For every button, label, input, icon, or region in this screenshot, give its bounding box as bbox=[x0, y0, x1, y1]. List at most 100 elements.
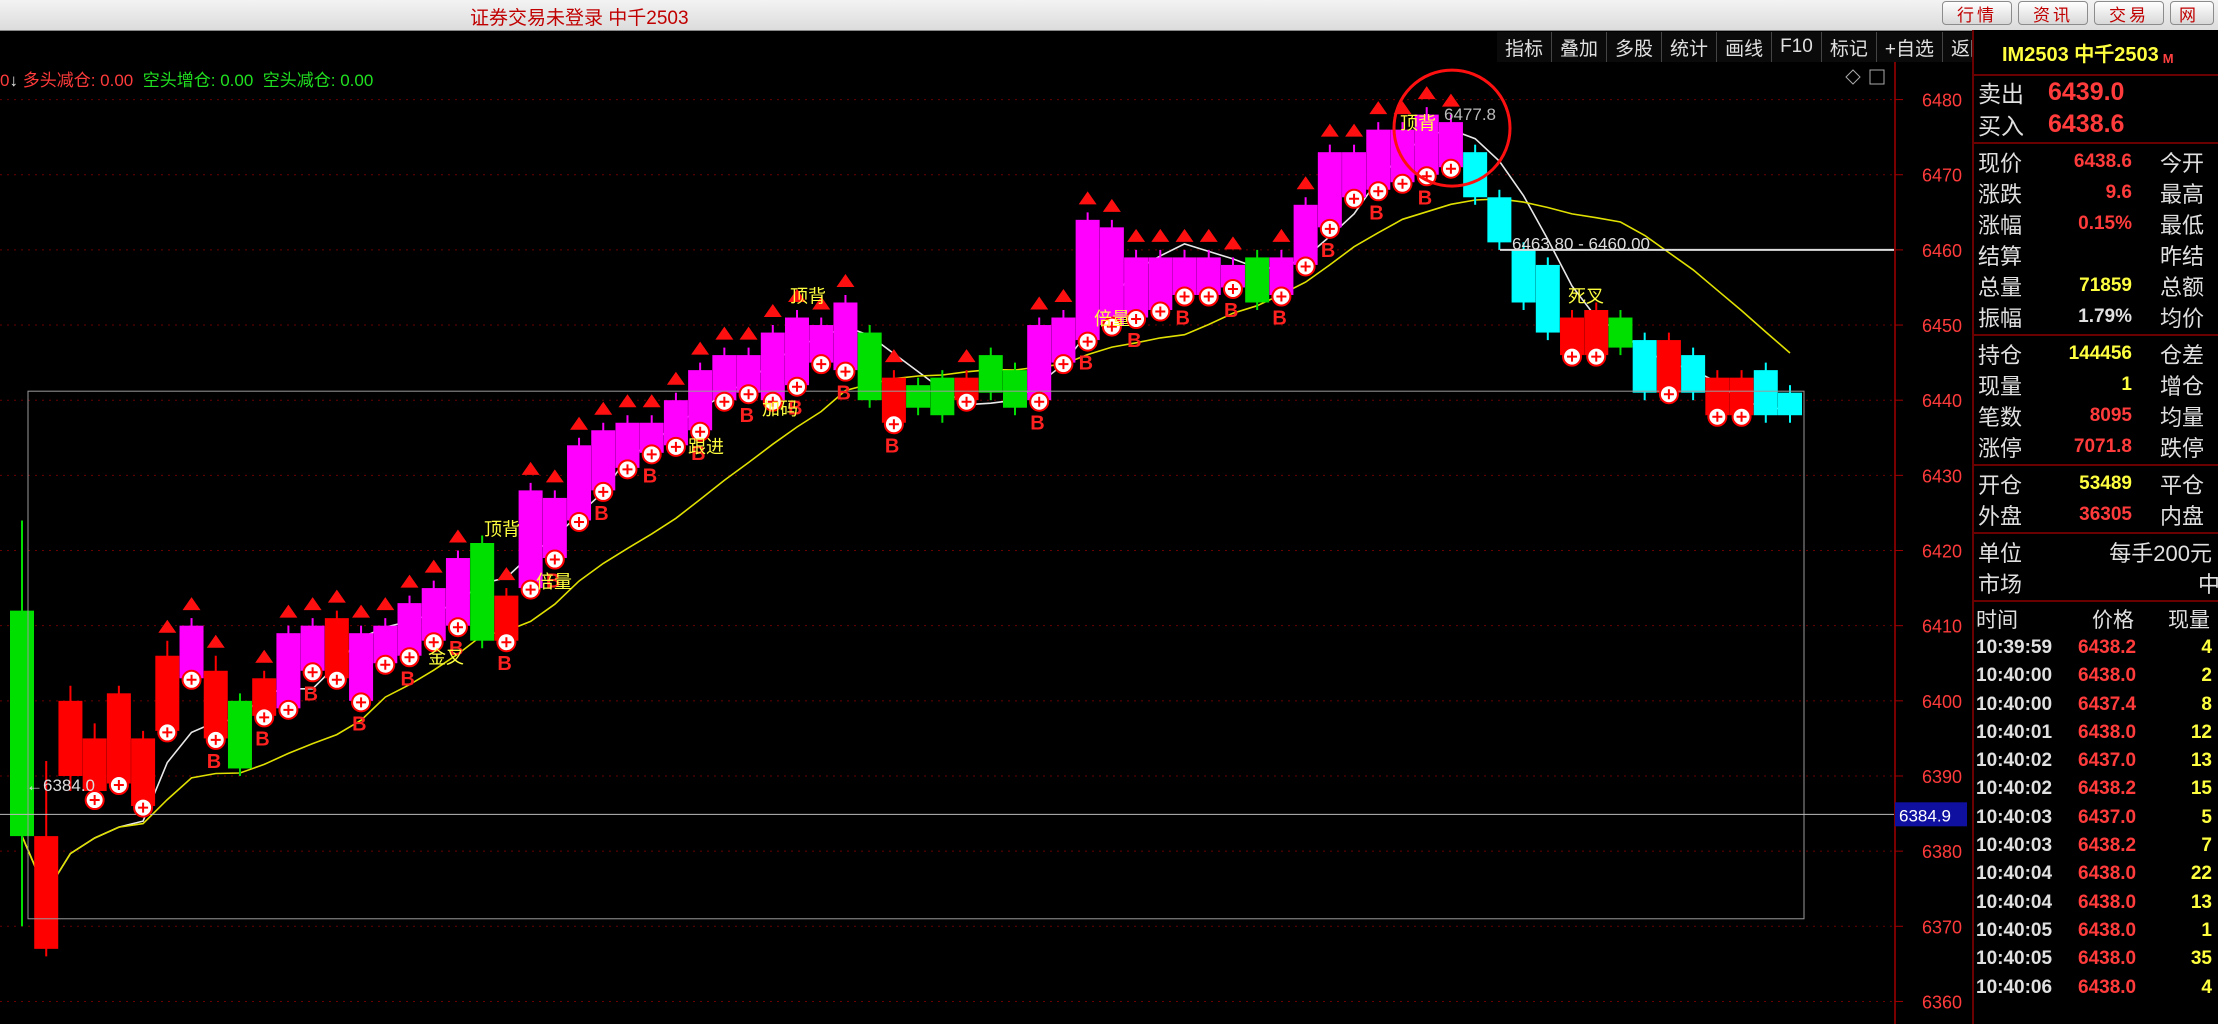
candle-body bbox=[58, 700, 83, 776]
quote-row: 涨跌 9.6 最高 bbox=[1974, 177, 2218, 208]
unit-label: 单位 bbox=[1978, 540, 2023, 566]
up-arrow-icon bbox=[1175, 228, 1194, 242]
buy-signal-label: B bbox=[1369, 202, 1383, 224]
quote-right-label: 总额 bbox=[2159, 274, 2204, 300]
up-arrow-icon bbox=[594, 401, 613, 415]
up-arrow-icon bbox=[691, 341, 710, 355]
nav-web-button[interactable]: 网 bbox=[2170, 1, 2214, 25]
nav-trade-button[interactable]: 交易 bbox=[2094, 1, 2164, 25]
quote-label: 外盘 bbox=[1978, 503, 2023, 529]
signal-annotation: 顶背 bbox=[1400, 114, 1436, 134]
quote-label: 持仓 bbox=[1978, 342, 2023, 368]
candle-body bbox=[324, 618, 349, 679]
candle-body bbox=[785, 317, 810, 386]
buy-signal-label: B bbox=[885, 435, 899, 457]
tick-row: 10:40:03 6437.0 5 bbox=[1974, 804, 2218, 832]
contract-header[interactable]: IM2503 中千2503 M bbox=[1974, 30, 2218, 76]
sell-label: 卖出 bbox=[1978, 81, 2024, 107]
market-label: 市场 bbox=[1978, 571, 2023, 597]
buy-signal-label: B bbox=[1224, 300, 1238, 322]
candle-body bbox=[1293, 204, 1318, 265]
candle-body bbox=[227, 700, 252, 769]
toolbar-overlay-button[interactable]: 叠加 bbox=[1552, 32, 1608, 62]
candle-body bbox=[1317, 152, 1342, 228]
buy-signal-label: B bbox=[740, 405, 754, 427]
toolbar-draw-line-button[interactable]: 画线 bbox=[1717, 32, 1773, 62]
quote-right-label: 今开 bbox=[2159, 150, 2204, 176]
nav-quotes-button[interactable]: 行情 bbox=[1942, 1, 2012, 25]
quote-value: 9.6 bbox=[2105, 181, 2132, 203]
buy-signal-label: B bbox=[207, 751, 221, 773]
tick-price: 6437.4 bbox=[2078, 693, 2137, 715]
up-arrow-icon bbox=[206, 634, 225, 648]
tick-price: 6438.0 bbox=[2078, 976, 2137, 998]
buy-signal-label: B bbox=[255, 728, 269, 750]
candlestick-chart[interactable]: BBBBBBBBBBBB BBBBBBB B BBBB顶背顶背顶背加码倍量倍量跟进金叉… bbox=[0, 62, 1970, 1024]
signal-annotation: 倍量 bbox=[536, 572, 572, 592]
buy-signal-label: B bbox=[594, 503, 608, 525]
up-arrow-icon bbox=[1417, 86, 1436, 100]
tick-price: 6438.0 bbox=[2078, 948, 2137, 970]
candle-body bbox=[349, 633, 374, 701]
toolbar-f10-button[interactable]: F10 bbox=[1772, 32, 1822, 62]
quote-value: 6438.6 bbox=[2073, 150, 2132, 172]
tick-time: 10:40:04 bbox=[1976, 863, 2053, 885]
sell-row: 卖出 6439.0 bbox=[1974, 76, 2218, 108]
up-arrow-icon bbox=[836, 273, 855, 287]
tick-row: 10:40:02 6437.0 13 bbox=[1974, 747, 2218, 775]
quote-value: 1 bbox=[2121, 373, 2132, 395]
up-arrow-icon bbox=[1151, 228, 1170, 242]
sell-price: 6439.0 bbox=[2048, 77, 2125, 106]
up-arrow-icon bbox=[957, 349, 976, 363]
toolbar-multi-stock-button[interactable]: 多股 bbox=[1607, 32, 1663, 62]
tick-volume: 35 bbox=[2190, 948, 2212, 970]
candle-body bbox=[276, 633, 301, 709]
peak-label: 6477.8 bbox=[1444, 105, 1496, 124]
tick-row: 10:40:04 6438.0 22 bbox=[1974, 860, 2218, 888]
toolbar-statistics-button[interactable]: 统计 bbox=[1662, 32, 1718, 62]
quote-right-label: 昨结 bbox=[2159, 243, 2204, 269]
up-arrow-icon bbox=[1127, 228, 1146, 242]
tick-time: 10:39:59 bbox=[1976, 637, 2053, 658]
up-arrow-icon bbox=[642, 394, 661, 408]
candle-body bbox=[1511, 249, 1536, 303]
axis-tick-label: 6460 bbox=[1922, 241, 1962, 261]
nav-news-button[interactable]: 资讯 bbox=[2018, 1, 2088, 25]
up-arrow-icon bbox=[1078, 191, 1097, 205]
tick-price: 6438.2 bbox=[2078, 835, 2137, 857]
candle-body bbox=[760, 332, 785, 401]
quote-label: 结算 bbox=[1978, 243, 2023, 269]
axis-tick-label: 6360 bbox=[1922, 992, 1962, 1012]
candle-body bbox=[445, 558, 470, 626]
quote-label: 总量 bbox=[1978, 274, 2023, 300]
up-arrow-icon bbox=[303, 597, 322, 611]
up-arrow-icon bbox=[400, 574, 419, 588]
quote-label: 现量 bbox=[1978, 373, 2023, 399]
up-arrow-icon bbox=[739, 326, 758, 340]
signal-annotation: 加码 bbox=[762, 399, 798, 419]
toolbar-mark-button[interactable]: 标记 bbox=[1821, 32, 1877, 62]
candle-body bbox=[1535, 264, 1560, 333]
quote-block-3: 开仓 53489 平仓 外盘 36305 内盘 bbox=[1974, 468, 2218, 530]
candle-body bbox=[906, 385, 931, 408]
quote-value: 0.15% bbox=[2078, 212, 2132, 234]
tick-volume: 5 bbox=[2201, 806, 2212, 828]
buy-signal-label: B bbox=[497, 653, 511, 675]
tick-volume: 22 bbox=[2190, 863, 2212, 885]
up-arrow-icon bbox=[1223, 236, 1242, 250]
axis-tick-label: 6410 bbox=[1922, 617, 1962, 637]
tick-row: 10:40:00 6437.4 8 bbox=[1974, 691, 2218, 719]
tick-volume: 1 bbox=[2201, 919, 2212, 941]
tick-list[interactable]: 10:39:59 6438.2 4 10:40:00 6438.0 2 10:40:00 64… bbox=[1974, 634, 2218, 1002]
up-arrow-icon bbox=[497, 567, 516, 581]
axis-tick-label: 6380 bbox=[1922, 842, 1962, 862]
top-nav: 行情 资讯 交易 网 bbox=[1942, 1, 2214, 25]
unit-value: 每手200元 bbox=[2109, 540, 2212, 566]
tick-volume: 4 bbox=[2201, 976, 2212, 998]
market-value: 中 bbox=[2197, 571, 2218, 597]
candle-body bbox=[1608, 317, 1633, 348]
toolbar-add-favorite-button[interactable]: +自选 bbox=[1876, 32, 1943, 62]
up-arrow-icon bbox=[1272, 228, 1291, 242]
toolbar-indicator-button[interactable]: 指标 bbox=[1497, 32, 1553, 62]
tick-row: 10:40:02 6438.2 15 bbox=[1974, 775, 2218, 803]
